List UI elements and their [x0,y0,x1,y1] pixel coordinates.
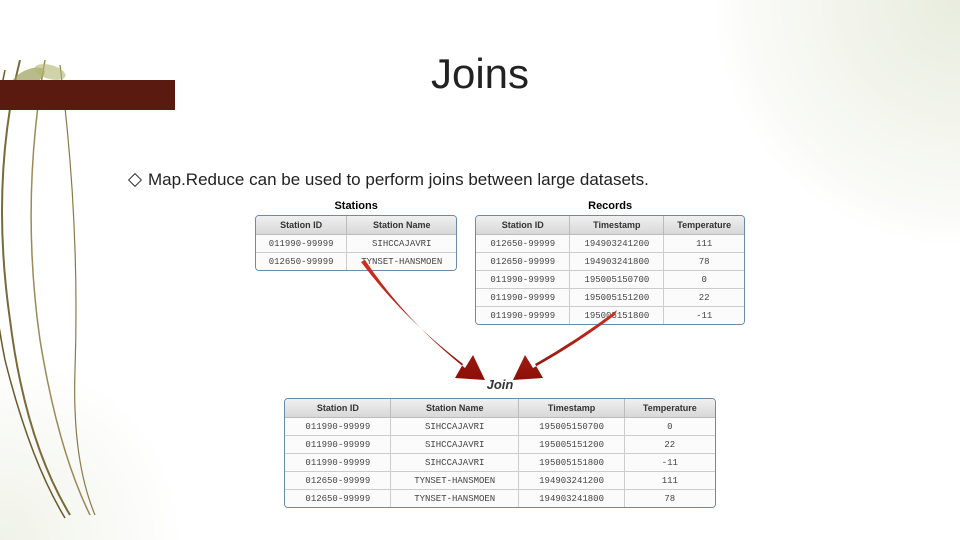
bullet-line: Map.Reduce can be used to perform joins … [130,170,649,190]
records-box: Records Station ID Timestamp Temperature… [475,200,745,325]
result-body: 011990-99999SIHCCAJAVRI19500515070000119… [285,418,714,507]
bg-gradient-tr [710,0,960,250]
table-cell: 0 [664,271,744,289]
table-cell: 011990-99999 [285,454,391,472]
table-row: 012650-99999TYNSET-HANSMOEN1949032418007… [285,490,714,507]
table-cell: 195005151800 [570,307,664,324]
table-row: 011990-99999SIHCCAJAVRI [256,235,456,253]
table-cell: -11 [625,454,715,472]
th-station-name: Station Name [347,216,456,235]
table-row: 011990-99999SIHCCAJAVRI19500515120022 [285,436,714,454]
diamond-bullet-icon [128,173,142,187]
table-cell: SIHCCAJAVRI [391,418,519,436]
table-cell: 195005151200 [519,436,625,454]
table-cell: 012650-99999 [285,490,391,507]
th-rec-temperature: Temperature [664,216,744,235]
table-cell: 011990-99999 [476,271,570,289]
join-label: Join [255,377,745,392]
table-cell: 012650-99999 [476,253,570,271]
table-row: 012650-99999TYNSET-HANSMOEN [256,253,456,270]
table-cell: 195005150700 [519,418,625,436]
bullet-text: Map.Reduce can be used to perform joins … [148,170,649,190]
table-row: 011990-99999195005151800-11 [476,307,744,324]
records-table: Station ID Timestamp Temperature 012650-… [475,215,745,325]
table-cell: 194903241800 [519,490,625,507]
table-cell: TYNSET-HANSMOEN [347,253,456,270]
table-cell: SIHCCAJAVRI [347,235,456,253]
table-cell: 012650-99999 [285,472,391,490]
th-rec-station-id: Station ID [476,216,570,235]
table-cell: 012650-99999 [476,235,570,253]
th-station-id: Station ID [256,216,347,235]
table-cell: 195005151800 [519,454,625,472]
th-res-timestamp: Timestamp [519,399,625,418]
table-row: 012650-99999TYNSET-HANSMOEN1949032412001… [285,472,714,490]
result-table: Station ID Station Name Timestamp Temper… [284,398,715,508]
table-cell: 194903241200 [570,235,664,253]
records-title: Records [475,200,745,212]
table-cell: 195005150700 [570,271,664,289]
table-row: 012650-9999919490324180078 [476,253,744,271]
table-cell: TYNSET-HANSMOEN [391,490,519,507]
table-cell: 0 [625,418,715,436]
stations-body: 011990-99999SIHCCAJAVRI012650-99999TYNSE… [256,235,456,270]
table-cell: 78 [625,490,715,507]
records-body: 012650-99999194903241200111012650-999991… [476,235,744,324]
table-cell: 78 [664,253,744,271]
table-cell: 011990-99999 [256,235,347,253]
table-cell: -11 [664,307,744,324]
stations-table: Station ID Station Name 011990-99999SIHC… [255,215,457,271]
table-cell: 011990-99999 [285,436,391,454]
leaf-decoration [0,60,150,520]
table-cell: TYNSET-HANSMOEN [391,472,519,490]
table-row: 011990-999991950051507000 [476,271,744,289]
table-cell: 011990-99999 [476,289,570,307]
th-res-station-id: Station ID [285,399,391,418]
stations-title: Stations [255,200,457,212]
table-row: 012650-99999194903241200111 [476,235,744,253]
table-cell: 22 [625,436,715,454]
table-row: 011990-9999919500515120022 [476,289,744,307]
table-cell: SIHCCAJAVRI [391,436,519,454]
th-rec-timestamp: Timestamp [570,216,664,235]
table-cell: 012650-99999 [256,253,347,270]
table-cell: SIHCCAJAVRI [391,454,519,472]
table-cell: 194903241200 [519,472,625,490]
table-cell: 194903241800 [570,253,664,271]
table-cell: 111 [625,472,715,490]
table-cell: 011990-99999 [285,418,391,436]
join-diagram: Stations Station ID Station Name 011990-… [255,200,745,508]
th-res-temperature: Temperature [625,399,715,418]
stations-box: Stations Station ID Station Name 011990-… [255,200,457,325]
th-res-station-name: Station Name [391,399,519,418]
slide-title: Joins [0,50,960,98]
table-row: 011990-99999SIHCCAJAVRI195005151800-11 [285,454,714,472]
table-cell: 111 [664,235,744,253]
table-cell: 22 [664,289,744,307]
table-cell: 011990-99999 [476,307,570,324]
table-row: 011990-99999SIHCCAJAVRI1950051507000 [285,418,714,436]
table-cell: 195005151200 [570,289,664,307]
